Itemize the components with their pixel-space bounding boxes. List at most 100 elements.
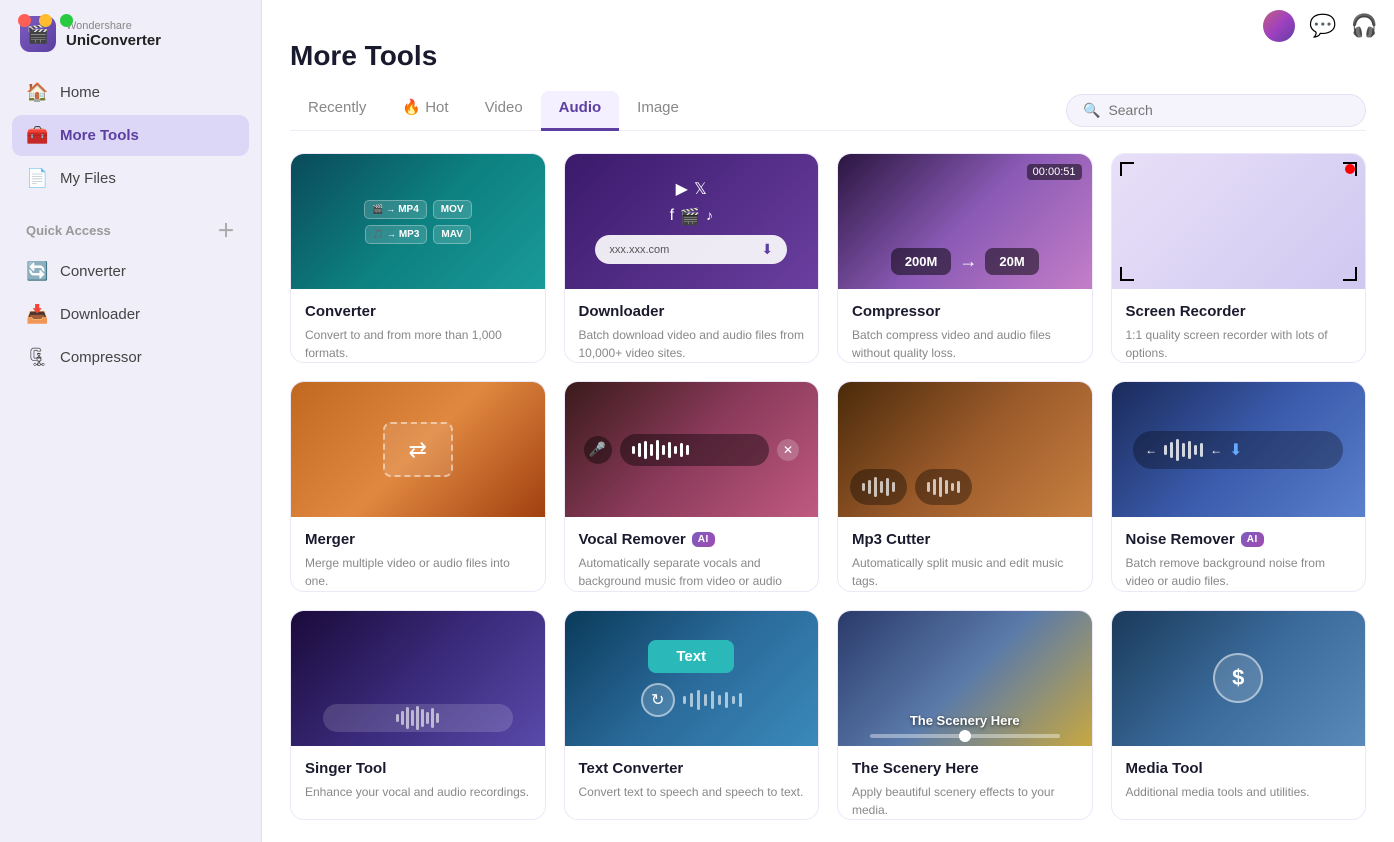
sidebar-item-compressor[interactable]: 🗜 Compressor <box>12 337 249 378</box>
thumb-vocal-remover: 🎤 ✕ <box>565 382 819 517</box>
card-desc-scenery: Apply beautiful scenery effects to your … <box>852 783 1078 819</box>
converter-icon: 🔄 <box>26 261 48 282</box>
tab-bar: Recently 🔥 Hot Video Audio Image <box>290 90 697 130</box>
card-title-noise-remover: Noise Remover AI <box>1126 531 1352 548</box>
thumb-screen-recorder <box>1112 154 1366 289</box>
scenery-content: The Scenery Here <box>838 705 1092 746</box>
card-body-text-converter: Text Converter Convert text to speech an… <box>565 746 819 815</box>
tool-card-noise-remover[interactable]: ← ← ⬇ <box>1111 381 1367 591</box>
sidebar-item-converter[interactable]: 🔄 Converter <box>12 251 249 292</box>
close-wave-icon: ✕ <box>777 439 799 461</box>
tool-card-mp3-cutter[interactable]: Mp3 Cutter Automatically split music and… <box>837 381 1093 591</box>
mp3-wave-overlay <box>850 469 1080 505</box>
card-title-currency: Media Tool <box>1126 760 1352 777</box>
topbar-right: 💬 🎧 <box>1263 10 1378 42</box>
tool-card-downloader[interactable]: ▶ 𝕏 f 🎬 ♪ xxx.xxx.com ⬇ Downloader <box>564 153 820 363</box>
tool-card-compressor[interactable]: 00:00:51 200M → 20M Compressor Batch com… <box>837 153 1093 363</box>
maximize-button[interactable] <box>60 14 73 27</box>
corner-tr <box>1343 162 1357 176</box>
tab-audio[interactable]: Audio <box>541 91 620 131</box>
headphone-icon[interactable]: 🎧 <box>1351 13 1378 39</box>
tool-card-singer[interactable]: Singer Tool Enhance your vocal and audio… <box>290 610 546 820</box>
ai-badge-vocal: AI <box>692 532 715 547</box>
thumb-compressor: 00:00:51 200M → 20M <box>838 154 1092 289</box>
card-desc-singer: Enhance your vocal and audio recordings. <box>305 783 531 801</box>
scenery-title: The Scenery Here <box>910 713 1020 728</box>
sidebar-label-home: Home <box>60 84 100 101</box>
close-button[interactable] <box>18 14 31 27</box>
thumb-downloader: ▶ 𝕏 f 🎬 ♪ xxx.xxx.com ⬇ <box>565 154 819 289</box>
card-desc-merger: Merge multiple video or audio files into… <box>305 554 531 590</box>
noise-wave-1: ← ← ⬇ <box>1133 431 1343 469</box>
tool-card-screen-recorder[interactable]: Screen Recorder 1:1 quality screen recor… <box>1111 153 1367 363</box>
minimize-button[interactable] <box>39 14 52 27</box>
thumb-mp3-cutter <box>838 382 1092 517</box>
card-body-singer: Singer Tool Enhance your vocal and audio… <box>291 746 545 815</box>
tiktok-icon: ♪ <box>706 207 713 227</box>
tool-card-converter[interactable]: 🎬→ MP4 MOV 🎵→ MP3 MAV Converter Convert … <box>290 153 546 363</box>
thumb-text-converter: Text ↻ <box>565 611 819 746</box>
sidebar-item-more-tools[interactable]: 🧰 More Tools <box>12 115 249 156</box>
text-label: Text <box>648 640 734 673</box>
singer-wave <box>323 704 513 732</box>
tool-card-currency[interactable]: $ Media Tool Additional media tools and … <box>1111 610 1367 820</box>
chat-icon[interactable]: 💬 <box>1309 13 1336 39</box>
text-conv-content: Text ↻ <box>641 611 742 746</box>
duration-overlay: 00:00:51 <box>1027 164 1082 180</box>
card-body-compressor: Compressor Batch compress video and audi… <box>838 289 1092 363</box>
tool-card-text-converter[interactable]: Text ↻ <box>564 610 820 820</box>
corner-br <box>1343 267 1357 281</box>
scenery-slider <box>870 734 1060 738</box>
facebook-icon: f <box>670 207 674 227</box>
text-wave <box>683 690 742 710</box>
tab-hot[interactable]: 🔥 Hot <box>384 90 466 131</box>
quick-access-label: Quick Access <box>26 223 111 238</box>
refresh-icon: ↻ <box>641 683 675 717</box>
sidebar-item-downloader[interactable]: 📥 Downloader <box>12 294 249 335</box>
sidebar-label-more-tools: More Tools <box>60 127 139 144</box>
search-input[interactable] <box>1108 102 1349 118</box>
card-desc-screen-recorder: 1:1 quality screen recorder with lots of… <box>1126 326 1352 362</box>
card-title-singer: Singer Tool <box>305 760 531 777</box>
card-desc-downloader: Batch download video and audio files fro… <box>579 326 805 362</box>
tool-card-vocal-remover[interactable]: 🎤 ✕ <box>564 381 820 591</box>
quick-access-add-button[interactable]: ＋ <box>217 217 235 243</box>
thumb-merger: ⇄ <box>291 382 545 517</box>
main-content: More Tools Recently 🔥 Hot Video Audio Im… <box>262 0 1394 842</box>
card-body-vocal-remover: Vocal Remover AI Automatically separate … <box>565 517 819 591</box>
tab-recently[interactable]: Recently <box>290 91 384 131</box>
tab-image[interactable]: Image <box>619 91 697 131</box>
search-box[interactable]: 🔍 <box>1066 94 1366 127</box>
thumb-noise-remover: ← ← ⬇ <box>1112 382 1366 517</box>
card-title-compressor: Compressor <box>852 303 1078 320</box>
downloader-icon: 📥 <box>26 304 48 325</box>
main-header: More Tools Recently 🔥 Hot Video Audio Im… <box>262 0 1394 131</box>
more-tools-icon: 🧰 <box>26 125 48 146</box>
sidebar-item-home[interactable]: 🏠 Home <box>12 72 249 113</box>
card-desc-text-converter: Convert text to speech and speech to tex… <box>579 783 805 801</box>
video-icon: 🎬 <box>680 207 700 227</box>
card-title-converter: Converter <box>305 303 531 320</box>
sidebar-item-my-files[interactable]: 📄 My Files <box>12 158 249 199</box>
tab-video[interactable]: Video <box>467 91 541 131</box>
thumb-singer <box>291 611 545 746</box>
slider-thumb <box>959 730 971 742</box>
card-desc-noise-remover: Batch remove background noise from video… <box>1126 554 1352 590</box>
twitter-icon: 𝕏 <box>694 179 707 199</box>
page-title: More Tools <box>290 40 1366 72</box>
card-body-screen-recorder: Screen Recorder 1:1 quality screen recor… <box>1112 289 1366 363</box>
tool-card-merger[interactable]: ⇄ Merger Merge multiple video or audio f… <box>290 381 546 591</box>
window-controls <box>0 0 91 41</box>
ai-badge-noise: AI <box>1241 532 1264 547</box>
dollar-icon: $ <box>1213 653 1263 703</box>
sidebar-label-downloader: Downloader <box>60 306 140 323</box>
tool-card-scenery[interactable]: The Scenery Here The Scenery Here Apply … <box>837 610 1093 820</box>
compressor-icon: 🗜 <box>26 347 48 368</box>
size-display: 200M → 20M <box>838 248 1092 275</box>
tools-grid: 🎬→ MP4 MOV 🎵→ MP3 MAV Converter Convert … <box>262 131 1394 842</box>
card-desc-mp3-cutter: Automatically split music and edit music… <box>852 554 1078 590</box>
card-title-text-converter: Text Converter <box>579 760 805 777</box>
fire-emoji: 🔥 <box>402 99 425 116</box>
thumb-converter: 🎬→ MP4 MOV 🎵→ MP3 MAV <box>291 154 545 289</box>
avatar[interactable] <box>1263 10 1295 42</box>
